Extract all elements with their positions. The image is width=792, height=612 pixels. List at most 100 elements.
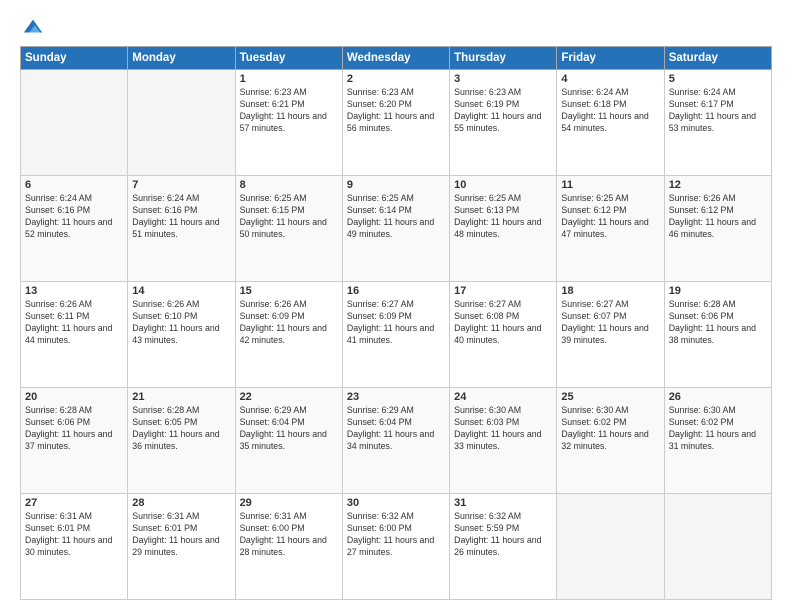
header	[20, 16, 772, 36]
day-info: Sunrise: 6:31 AM Sunset: 6:01 PM Dayligh…	[132, 511, 230, 559]
day-info: Sunrise: 6:25 AM Sunset: 6:15 PM Dayligh…	[240, 193, 338, 241]
calendar-cell: 31 Sunrise: 6:32 AM Sunset: 5:59 PM Dayli…	[450, 494, 557, 600]
day-number: 5	[669, 73, 767, 85]
day-info: Sunrise: 6:26 AM Sunset: 6:12 PM Dayligh…	[669, 193, 767, 241]
calendar-cell: 15 Sunrise: 6:26 AM Sunset: 6:09 PM Dayli…	[235, 282, 342, 388]
calendar-table: SundayMondayTuesdayWednesdayThursdayFrid…	[20, 46, 772, 600]
day-number: 25	[561, 391, 659, 403]
day-number: 8	[240, 179, 338, 191]
day-info: Sunrise: 6:31 AM Sunset: 6:01 PM Dayligh…	[25, 511, 123, 559]
day-number: 6	[25, 179, 123, 191]
day-number: 7	[132, 179, 230, 191]
calendar-cell: 12 Sunrise: 6:26 AM Sunset: 6:12 PM Dayli…	[664, 176, 771, 282]
calendar-cell: 26 Sunrise: 6:30 AM Sunset: 6:02 PM Dayli…	[664, 388, 771, 494]
day-number: 20	[25, 391, 123, 403]
day-info: Sunrise: 6:25 AM Sunset: 6:14 PM Dayligh…	[347, 193, 445, 241]
day-number: 26	[669, 391, 767, 403]
calendar-cell: 3 Sunrise: 6:23 AM Sunset: 6:19 PM Daylig…	[450, 70, 557, 176]
day-info: Sunrise: 6:24 AM Sunset: 6:16 PM Dayligh…	[132, 193, 230, 241]
day-number: 16	[347, 285, 445, 297]
calendar-cell: 29Sunrise: 6:31 AM Sunset: 6:00 PM Dayli…	[235, 494, 342, 600]
day-number: 18	[561, 285, 659, 297]
day-info: Sunrise: 6:30 AM Sunset: 6:02 PM Dayligh…	[561, 405, 659, 453]
day-info: Sunrise: 6:32 AM Sunset: 5:59 PM Dayligh…	[454, 511, 552, 559]
day-info: Sunrise: 6:28 AM Sunset: 6:06 PM Dayligh…	[669, 299, 767, 347]
calendar-cell: 4Sunrise: 6:24 AM Sunset: 6:18 PM Daylig…	[557, 70, 664, 176]
day-number: 15	[240, 285, 338, 297]
calendar-cell: 1 Sunrise: 6:23 AM Sunset: 6:21 PM Daylig…	[235, 70, 342, 176]
weekday-header-sunday: Sunday	[21, 47, 128, 70]
logo	[20, 16, 44, 36]
day-info: Sunrise: 6:23 AM Sunset: 6:21 PM Dayligh…	[240, 87, 338, 135]
calendar-week-row: 27Sunrise: 6:31 AM Sunset: 6:01 PM Dayli…	[21, 494, 772, 600]
calendar-cell: 25 Sunrise: 6:30 AM Sunset: 6:02 PM Dayli…	[557, 388, 664, 494]
calendar-cell: 9 Sunrise: 6:25 AM Sunset: 6:14 PM Daylig…	[342, 176, 449, 282]
day-info: Sunrise: 6:26 AM Sunset: 6:10 PM Dayligh…	[132, 299, 230, 347]
day-number: 23	[347, 391, 445, 403]
calendar-week-row: 6 Sunrise: 6:24 AM Sunset: 6:16 PM Daylig…	[21, 176, 772, 282]
calendar-cell: 24Sunrise: 6:30 AM Sunset: 6:03 PM Dayli…	[450, 388, 557, 494]
day-info: Sunrise: 6:30 AM Sunset: 6:02 PM Dayligh…	[669, 405, 767, 453]
day-number: 22	[240, 391, 338, 403]
day-info: Sunrise: 6:28 AM Sunset: 6:06 PM Dayligh…	[25, 405, 123, 453]
calendar-cell: 13 Sunrise: 6:26 AM Sunset: 6:11 PM Dayli…	[21, 282, 128, 388]
day-number: 12	[669, 179, 767, 191]
day-info: Sunrise: 6:23 AM Sunset: 6:20 PM Dayligh…	[347, 87, 445, 135]
day-info: Sunrise: 6:31 AM Sunset: 6:00 PM Dayligh…	[240, 511, 338, 559]
weekday-header-monday: Monday	[128, 47, 235, 70]
day-info: Sunrise: 6:27 AM Sunset: 6:09 PM Dayligh…	[347, 299, 445, 347]
calendar-cell: 17Sunrise: 6:27 AM Sunset: 6:08 PM Dayli…	[450, 282, 557, 388]
day-info: Sunrise: 6:29 AM Sunset: 6:04 PM Dayligh…	[347, 405, 445, 453]
day-info: Sunrise: 6:25 AM Sunset: 6:12 PM Dayligh…	[561, 193, 659, 241]
day-info: Sunrise: 6:28 AM Sunset: 6:05 PM Dayligh…	[132, 405, 230, 453]
calendar-cell: 16 Sunrise: 6:27 AM Sunset: 6:09 PM Dayli…	[342, 282, 449, 388]
calendar-cell: 19 Sunrise: 6:28 AM Sunset: 6:06 PM Dayli…	[664, 282, 771, 388]
day-number: 2	[347, 73, 445, 85]
day-number: 14	[132, 285, 230, 297]
day-info: Sunrise: 6:26 AM Sunset: 6:09 PM Dayligh…	[240, 299, 338, 347]
day-info: Sunrise: 6:29 AM Sunset: 6:04 PM Dayligh…	[240, 405, 338, 453]
calendar-cell	[128, 70, 235, 176]
calendar-cell: 28 Sunrise: 6:31 AM Sunset: 6:01 PM Dayli…	[128, 494, 235, 600]
day-number: 4	[561, 73, 659, 85]
day-number: 17	[454, 285, 552, 297]
weekday-header-friday: Friday	[557, 47, 664, 70]
calendar-cell: 14 Sunrise: 6:26 AM Sunset: 6:10 PM Dayli…	[128, 282, 235, 388]
weekday-header-tuesday: Tuesday	[235, 47, 342, 70]
calendar-cell: 10Sunrise: 6:25 AM Sunset: 6:13 PM Dayli…	[450, 176, 557, 282]
day-number: 13	[25, 285, 123, 297]
day-info: Sunrise: 6:24 AM Sunset: 6:17 PM Dayligh…	[669, 87, 767, 135]
calendar-cell: 2 Sunrise: 6:23 AM Sunset: 6:20 PM Daylig…	[342, 70, 449, 176]
day-info: Sunrise: 6:26 AM Sunset: 6:11 PM Dayligh…	[25, 299, 123, 347]
calendar-page: SundayMondayTuesdayWednesdayThursdayFrid…	[0, 0, 792, 612]
calendar-cell: 30Sunrise: 6:32 AM Sunset: 6:00 PM Dayli…	[342, 494, 449, 600]
day-number: 9	[347, 179, 445, 191]
weekday-header-row: SundayMondayTuesdayWednesdayThursdayFrid…	[21, 47, 772, 70]
day-number: 21	[132, 391, 230, 403]
day-number: 19	[669, 285, 767, 297]
day-number: 1	[240, 73, 338, 85]
day-info: Sunrise: 6:23 AM Sunset: 6:19 PM Dayligh…	[454, 87, 552, 135]
calendar-cell: 7 Sunrise: 6:24 AM Sunset: 6:16 PM Daylig…	[128, 176, 235, 282]
day-info: Sunrise: 6:32 AM Sunset: 6:00 PM Dayligh…	[347, 511, 445, 559]
weekday-header-saturday: Saturday	[664, 47, 771, 70]
day-info: Sunrise: 6:27 AM Sunset: 6:07 PM Dayligh…	[561, 299, 659, 347]
weekday-header-wednesday: Wednesday	[342, 47, 449, 70]
calendar-cell: 23 Sunrise: 6:29 AM Sunset: 6:04 PM Dayli…	[342, 388, 449, 494]
day-number: 24	[454, 391, 552, 403]
day-number: 3	[454, 73, 552, 85]
calendar-cell: 18 Sunrise: 6:27 AM Sunset: 6:07 PM Dayli…	[557, 282, 664, 388]
day-number: 31	[454, 497, 552, 509]
calendar-week-row: 13 Sunrise: 6:26 AM Sunset: 6:11 PM Dayli…	[21, 282, 772, 388]
calendar-cell: 6Sunrise: 6:24 AM Sunset: 6:16 PM Daylig…	[21, 176, 128, 282]
calendar-cell	[21, 70, 128, 176]
calendar-cell: 8 Sunrise: 6:25 AM Sunset: 6:15 PM Daylig…	[235, 176, 342, 282]
day-number: 28	[132, 497, 230, 509]
calendar-week-row: 20 Sunrise: 6:28 AM Sunset: 6:06 PM Dayli…	[21, 388, 772, 494]
calendar-cell: 27Sunrise: 6:31 AM Sunset: 6:01 PM Dayli…	[21, 494, 128, 600]
calendar-week-row: 1 Sunrise: 6:23 AM Sunset: 6:21 PM Daylig…	[21, 70, 772, 176]
calendar-cell	[664, 494, 771, 600]
calendar-cell: 5 Sunrise: 6:24 AM Sunset: 6:17 PM Daylig…	[664, 70, 771, 176]
logo-icon	[22, 16, 44, 38]
day-number: 10	[454, 179, 552, 191]
